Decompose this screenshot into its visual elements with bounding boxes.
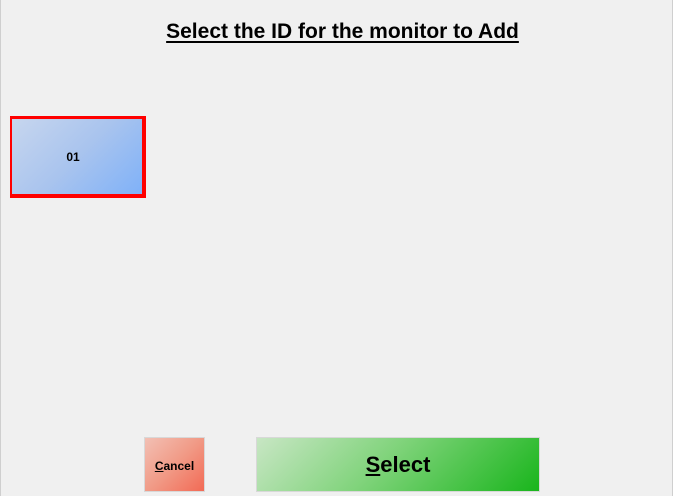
dialog-title: Select the ID for the monitor to Add bbox=[166, 20, 519, 43]
select-button[interactable]: Select bbox=[256, 437, 540, 492]
monitor-id-label: 01 bbox=[66, 149, 80, 164]
cancel-label: ancel bbox=[163, 458, 195, 473]
cancel-button[interactable]: Cancel bbox=[144, 437, 205, 492]
monitor-id-dialog: Select the ID for the monitor to Add 01 … bbox=[0, 0, 673, 496]
select-mnemonic: S bbox=[365, 451, 381, 477]
cancel-mnemonic: C bbox=[154, 458, 164, 473]
monitor-id-button-01[interactable]: 01 bbox=[10, 116, 146, 198]
select-label: elect bbox=[380, 451, 431, 477]
